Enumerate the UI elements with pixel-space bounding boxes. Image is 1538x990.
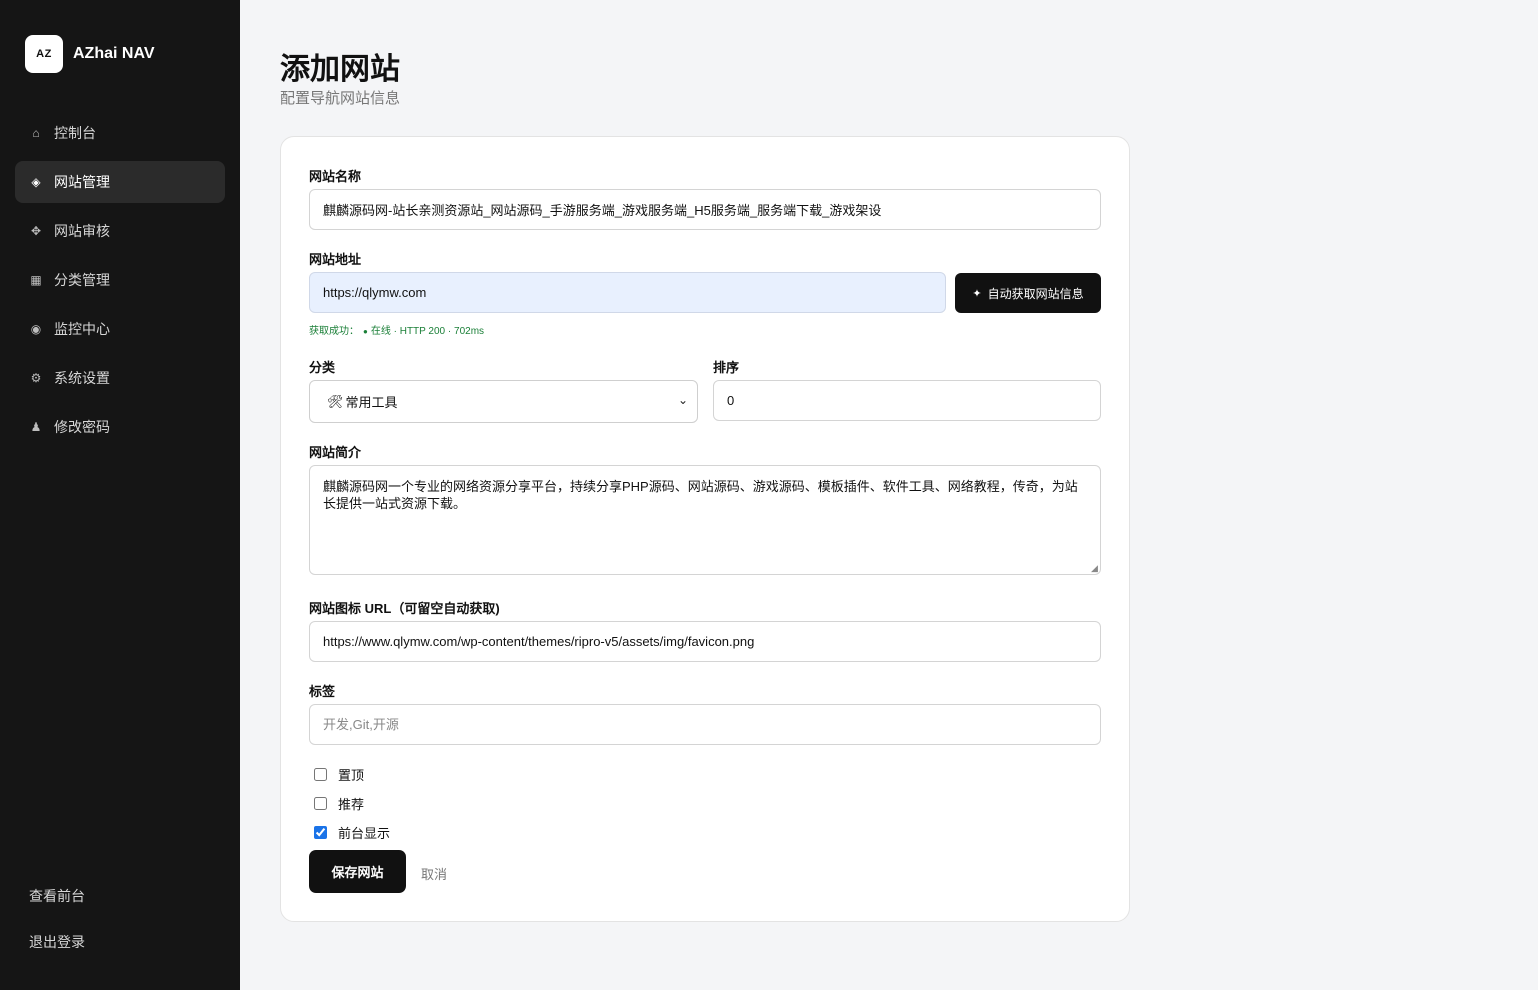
recommend-checkbox-row[interactable]: 推荐 — [314, 794, 364, 813]
pin-checkbox-label: 置顶 — [338, 768, 365, 783]
site-name-input[interactable] — [309, 189, 1101, 230]
pin-checkbox[interactable] — [314, 768, 327, 781]
sidebar-item-label: 分类管理 — [54, 272, 110, 288]
site-url-label: 网站地址 — [309, 252, 362, 267]
description-label: 网站简介 — [309, 445, 362, 460]
sidebar-item-label: 网站管理 — [54, 174, 110, 190]
user-icon: ♟ — [30, 420, 42, 434]
sidebar-item-label: 修改密码 — [54, 419, 110, 435]
resize-grip-icon[interactable]: ◢ — [1091, 563, 1098, 574]
description-textarea[interactable]: 麒麟源码网一个专业的网络资源分享平台，持续分享PHP源码、网站源码、游戏源码、模… — [309, 465, 1101, 575]
sidebar-item-site-review[interactable]: ✥ 网站审核 — [15, 210, 225, 252]
fetch-status-text: 在线 · HTTP 200 · 702ms — [370, 326, 485, 337]
auto-fetch-button[interactable]: ✦ 自动获取网站信息 — [955, 273, 1101, 313]
diamond-icon: ◈ — [31, 175, 41, 189]
show-front-checkbox[interactable] — [314, 826, 327, 839]
brand-name: AZhai NAV — [73, 45, 155, 62]
chevron-down-icon: ⌄ — [677, 393, 688, 407]
auto-fetch-label: 自动获取网站信息 — [987, 286, 1084, 301]
gear-icon: ⚙ — [30, 371, 42, 385]
icon-url-input[interactable] — [309, 621, 1101, 662]
sidebar-item-site-management[interactable]: ◈ 网站管理 — [15, 161, 225, 203]
sidebar-item-change-password[interactable]: ♟ 修改密码 — [15, 406, 225, 448]
cancel-link[interactable]: 取消 — [421, 864, 447, 883]
tags-input[interactable] — [309, 704, 1101, 745]
sidebar-bottom: 查看前台 退出登录 — [29, 886, 85, 954]
save-button[interactable]: 保存网站 — [309, 850, 406, 893]
review-icon: ✥ — [30, 224, 42, 238]
sparkle-icon: ✦ — [972, 287, 982, 300]
page-subtitle: 配置导航网站信息 — [280, 90, 401, 107]
sidebar-item-system-settings[interactable]: ⚙ 系统设置 — [15, 357, 225, 399]
sidebar: AZ AZhai NAV ⌂ 控制台 ◈ 网站管理 ✥ 网站审核 ▦ 分类管理 … — [0, 0, 240, 990]
sort-label: 排序 — [713, 360, 740, 375]
brand-logo: AZ — [25, 35, 63, 73]
grid-icon: ▦ — [30, 273, 42, 287]
sort-input[interactable] — [713, 380, 1101, 421]
show-front-checkbox-row[interactable]: 前台显示 — [314, 823, 390, 842]
sidebar-item-monitor-center[interactable]: ◉ 监控中心 — [15, 308, 225, 350]
category-selected-value: 常用工具 — [345, 395, 398, 410]
page-title: 添加网站 — [280, 53, 400, 86]
sidebar-item-label: 系统设置 — [54, 370, 110, 386]
tags-label: 标签 — [309, 684, 336, 699]
home-icon: ⌂ — [32, 126, 40, 140]
brand[interactable]: AZ AZhai NAV — [25, 35, 154, 73]
show-front-checkbox-label: 前台显示 — [338, 826, 391, 841]
category-select[interactable]: 🛠 常用工具 ⌄ — [309, 380, 698, 423]
sidebar-item-label: 控制台 — [54, 125, 96, 141]
site-name-label: 网站名称 — [309, 169, 362, 184]
status-dot-icon: ● — [363, 327, 368, 336]
monitor-icon: ◉ — [30, 322, 42, 336]
sidebar-item-label: 监控中心 — [54, 321, 110, 337]
category-label: 分类 — [309, 360, 336, 375]
sidebar-item-category-management[interactable]: ▦ 分类管理 — [15, 259, 225, 301]
tools-icon: 🛠 — [327, 393, 344, 409]
view-front-link[interactable]: 查看前台 — [29, 886, 85, 908]
pin-checkbox-row[interactable]: 置顶 — [314, 765, 364, 784]
sidebar-item-label: 网站审核 — [54, 223, 110, 239]
fetch-status-prefix: 获取成功： — [309, 326, 359, 337]
fetch-status: 获取成功： ● 在线 · HTTP 200 · 702ms — [309, 322, 484, 337]
recommend-checkbox-label: 推荐 — [338, 797, 365, 812]
site-url-input[interactable] — [309, 272, 946, 313]
sidebar-item-dashboard[interactable]: ⌂ 控制台 — [15, 112, 225, 154]
logout-link[interactable]: 退出登录 — [29, 932, 85, 954]
add-site-form: 网站名称 网站地址 ✦ 自动获取网站信息 获取成功： ●在线 · HTTP 200… — [280, 136, 1130, 922]
sidebar-nav: ⌂ 控制台 ◈ 网站管理 ✥ 网站审核 ▦ 分类管理 ◉ 监控中心 ⚙ 系统设置… — [15, 112, 225, 455]
recommend-checkbox[interactable] — [314, 797, 327, 810]
icon-url-label: 网站图标 URL（可留空自动获取) — [309, 601, 500, 616]
